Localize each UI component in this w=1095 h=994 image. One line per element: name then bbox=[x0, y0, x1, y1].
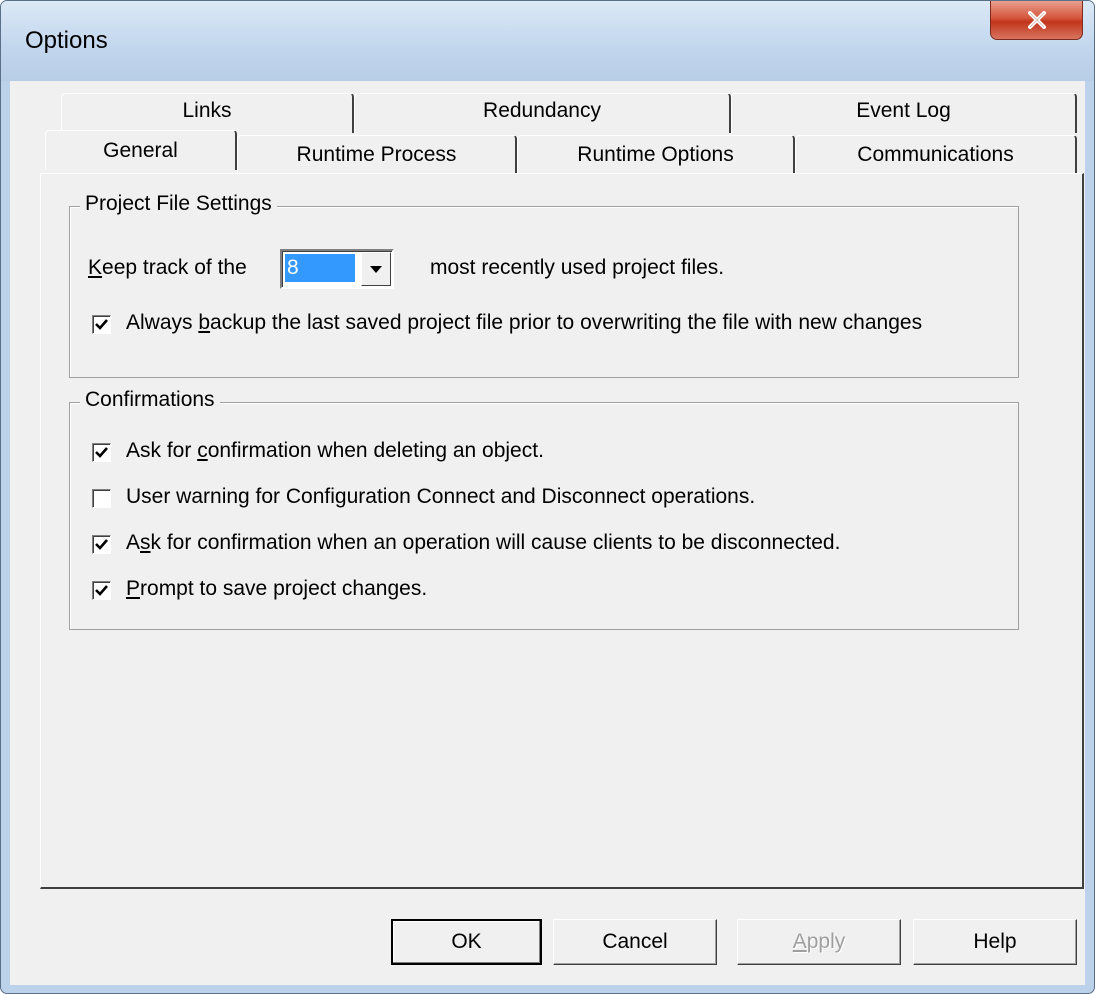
recent-files-count-value: 8 bbox=[285, 254, 355, 282]
help-button[interactable]: Help bbox=[913, 919, 1077, 965]
checkmark-icon bbox=[95, 539, 108, 550]
project-file-settings-group: Project File Settings Keep track of the … bbox=[69, 192, 1019, 378]
confirm-delete-label-b: onfirmation when deleting an object. bbox=[207, 439, 544, 462]
confirm-disconnect-label: Ask for confirmation when an operation w… bbox=[126, 531, 840, 555]
tab-runtime-options[interactable]: Runtime Options bbox=[517, 135, 795, 173]
options-dialog: Options Links Redundancy Event Log Gener… bbox=[0, 0, 1095, 994]
project-file-settings-legend: Project File Settings bbox=[80, 192, 277, 216]
apply-button[interactable]: Apply bbox=[737, 919, 901, 965]
confirm-delete-checkbox[interactable] bbox=[92, 443, 111, 462]
backup-checkbox[interactable] bbox=[92, 315, 111, 334]
backup-label-a: Always bbox=[126, 311, 199, 334]
recent-files-count-select[interactable]: 8 bbox=[280, 249, 394, 289]
tab-event-log-label: Event Log bbox=[856, 98, 951, 122]
tab-event-log[interactable]: Event Log bbox=[731, 93, 1077, 133]
tab-redundancy-label: Redundancy bbox=[483, 98, 601, 122]
confirm-disconnect-checkbox[interactable] bbox=[92, 535, 111, 554]
dropdown-arrow-icon bbox=[370, 265, 382, 273]
tab-communications-label: Communications bbox=[857, 142, 1014, 166]
checkmark-icon bbox=[95, 447, 108, 458]
prompt-save-accesskey: P bbox=[126, 577, 141, 600]
keep-track-suffix: most recently used project files. bbox=[430, 256, 725, 279]
title-bar[interactable]: Options bbox=[1, 1, 1094, 81]
dialog-client-area: Links Redundancy Event Log General Runti… bbox=[10, 81, 1085, 985]
backup-label: Always backup the last saved project fil… bbox=[126, 311, 922, 335]
confirm-disconnect-accesskey: s bbox=[140, 531, 151, 554]
keep-track-label-rest: eep track of the bbox=[102, 256, 247, 279]
close-x-icon bbox=[1027, 11, 1046, 29]
backup-label-b: ackup the last saved project file prior … bbox=[210, 311, 923, 334]
tab-runtime-process[interactable]: Runtime Process bbox=[237, 135, 517, 173]
window-title: Options bbox=[25, 27, 108, 54]
prompt-save-label-b: rompt to save project changes. bbox=[140, 577, 428, 600]
tab-runtime-options-label: Runtime Options bbox=[577, 142, 734, 166]
user-warning-checkbox[interactable] bbox=[92, 489, 111, 508]
keep-track-label: Keep track of the bbox=[88, 256, 247, 280]
checkmark-icon bbox=[95, 319, 108, 330]
dropdown-button[interactable] bbox=[361, 252, 391, 286]
confirm-delete-label: Ask for confirmation when deleting an ob… bbox=[126, 439, 544, 463]
prompt-save-checkbox[interactable] bbox=[92, 581, 111, 600]
help-button-label: Help bbox=[973, 930, 1017, 953]
tab-panel-general: Project File Settings Keep track of the … bbox=[40, 173, 1084, 889]
confirm-delete-label-a: Ask for bbox=[126, 439, 198, 462]
tab-communications[interactable]: Communications bbox=[795, 135, 1077, 173]
tab-general-label: General bbox=[103, 138, 178, 162]
confirm-disconnect-label-a: A bbox=[126, 531, 141, 554]
apply-button-label: Apply bbox=[793, 930, 846, 954]
apply-accesskey: A bbox=[792, 930, 807, 953]
confirmations-legend: Confirmations bbox=[80, 388, 220, 412]
ok-button-label: OK bbox=[451, 930, 482, 953]
prompt-save-label: Prompt to save project changes. bbox=[126, 577, 427, 601]
tab-redundancy[interactable]: Redundancy bbox=[354, 93, 731, 133]
backup-accesskey: b bbox=[198, 311, 211, 334]
tab-links[interactable]: Links bbox=[61, 93, 354, 133]
tab-general[interactable]: General bbox=[45, 130, 237, 170]
apply-label-rest: pply bbox=[806, 930, 846, 953]
tab-links-label: Links bbox=[182, 98, 232, 122]
ok-button[interactable]: OK bbox=[391, 919, 542, 965]
confirm-disconnect-label-b: k for confirmation when an operation wil… bbox=[150, 531, 841, 554]
tab-runtime-process-label: Runtime Process bbox=[296, 142, 457, 166]
confirmations-group: Confirmations Ask for confirmation when … bbox=[69, 388, 1019, 630]
cancel-button[interactable]: Cancel bbox=[553, 919, 717, 965]
confirm-delete-accesskey: c bbox=[197, 439, 208, 462]
user-warning-label: User warning for Configuration Connect a… bbox=[126, 485, 755, 509]
cancel-button-label: Cancel bbox=[602, 930, 668, 953]
keep-track-accesskey: K bbox=[88, 256, 103, 279]
close-button[interactable] bbox=[990, 1, 1083, 40]
user-warning-label-a: User warning for Configuration Connect a… bbox=[126, 485, 756, 508]
checkmark-icon bbox=[95, 585, 108, 596]
